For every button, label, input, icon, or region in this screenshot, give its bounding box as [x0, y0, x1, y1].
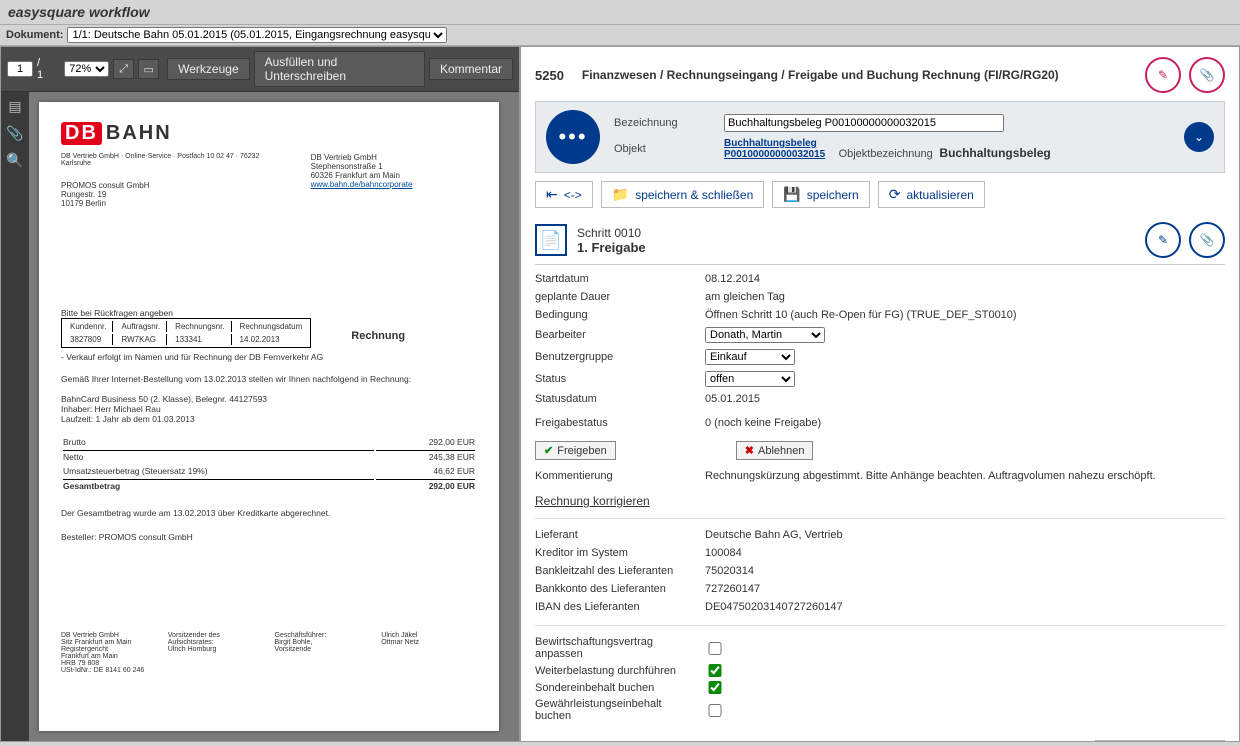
- object-info-box: ••• Bezeichnung Objekt Buchhaltungsbeleg…: [535, 101, 1225, 173]
- bearbeiter-select[interactable]: Donath, Martin: [705, 327, 825, 343]
- page-input[interactable]: [7, 61, 33, 77]
- more-icon[interactable]: •••: [546, 110, 600, 164]
- fit-icon[interactable]: ⤢: [113, 59, 134, 79]
- pdf-toolbar: / 1 72% ⤢ ▭ Werkzeuge Ausfüllen und Unte…: [1, 47, 519, 92]
- tools-tab[interactable]: Werkzeuge: [167, 58, 249, 80]
- breadcrumb: Finanzwesen / Rechnungseingang / Freigab…: [582, 68, 1059, 82]
- pdf-page: DBBAHN DB Vertrieb GmbH · Online-Service…: [39, 102, 499, 731]
- attachment-icon[interactable]: 📎: [1189, 57, 1225, 93]
- gruppe-select[interactable]: Einkauf: [705, 349, 795, 365]
- search-icon[interactable]: 🔍: [6, 152, 23, 169]
- step-attachment-icon[interactable]: 📎: [1189, 222, 1225, 258]
- action-bar: ⇤<-> 📁speichern & schließen 💾speichern ⟳…: [535, 181, 1225, 208]
- ablehnen-button[interactable]: ✖Ablehnen: [736, 441, 814, 460]
- refresh-button[interactable]: ⟳aktualisieren: [878, 181, 985, 208]
- db-logo: DB: [61, 122, 102, 145]
- page-total: / 1: [37, 57, 49, 81]
- save-button[interactable]: 💾speichern: [772, 181, 869, 208]
- workflow-id: 5250: [535, 68, 564, 83]
- edit-icon[interactable]: ✎: [1145, 57, 1181, 93]
- view-toggle-button[interactable]: ⇤<->: [535, 181, 593, 208]
- workflow-pane: 5250 Finanzwesen / Rechnungseingang / Fr…: [520, 46, 1240, 742]
- cb-bewirtschaftung[interactable]: [705, 642, 725, 655]
- read-mode-icon[interactable]: ▭: [138, 59, 159, 79]
- bezeichnung-input[interactable]: [724, 114, 1004, 132]
- cb-sondereinbehalt[interactable]: [705, 681, 725, 694]
- document-bar: Dokument: 1/1: Deutsche Bahn 05.01.2015 …: [0, 25, 1240, 46]
- save-close-button[interactable]: 📁speichern & schließen: [601, 181, 765, 208]
- pdf-sidebar: ▤ 📎 🔍: [1, 92, 29, 741]
- step-edit-icon[interactable]: ✎: [1145, 222, 1181, 258]
- comment-tab[interactable]: Kommentar: [429, 58, 513, 80]
- thumbnails-icon[interactable]: ▤: [8, 98, 21, 115]
- app-title: easysquare workflow: [0, 0, 1240, 25]
- document-select[interactable]: 1/1: Deutsche Bahn 05.01.2015 (05.01.201…: [67, 27, 447, 43]
- fill-sign-tab[interactable]: Ausfüllen und Unterschreiben: [254, 51, 425, 87]
- rechnung-korrigieren-link[interactable]: Rechnung korrigieren: [535, 494, 650, 508]
- freigeben-button[interactable]: ✔Freigeben: [535, 441, 616, 460]
- status-select[interactable]: offen: [705, 371, 795, 387]
- chevron-down-icon[interactable]: ⌄: [1184, 122, 1214, 152]
- abschliessen-button[interactable]: ✔ abschließen: [1095, 740, 1225, 742]
- attachments-icon[interactable]: 📎: [6, 125, 23, 142]
- pdf-pane: / 1 72% ⤢ ▭ Werkzeuge Ausfüllen und Unte…: [0, 46, 520, 742]
- document-label: Dokument:: [6, 29, 63, 41]
- bahn-link[interactable]: www.bahn.de/bahncorporate: [311, 180, 413, 189]
- object-link[interactable]: BuchhaltungsbelegP00100000000032015: [724, 138, 825, 160]
- zoom-select[interactable]: 72%: [64, 61, 109, 77]
- step-icon: 📄: [535, 224, 567, 256]
- cb-weiterbelastung[interactable]: [705, 664, 725, 677]
- cb-gewaehrleistung[interactable]: [705, 704, 725, 717]
